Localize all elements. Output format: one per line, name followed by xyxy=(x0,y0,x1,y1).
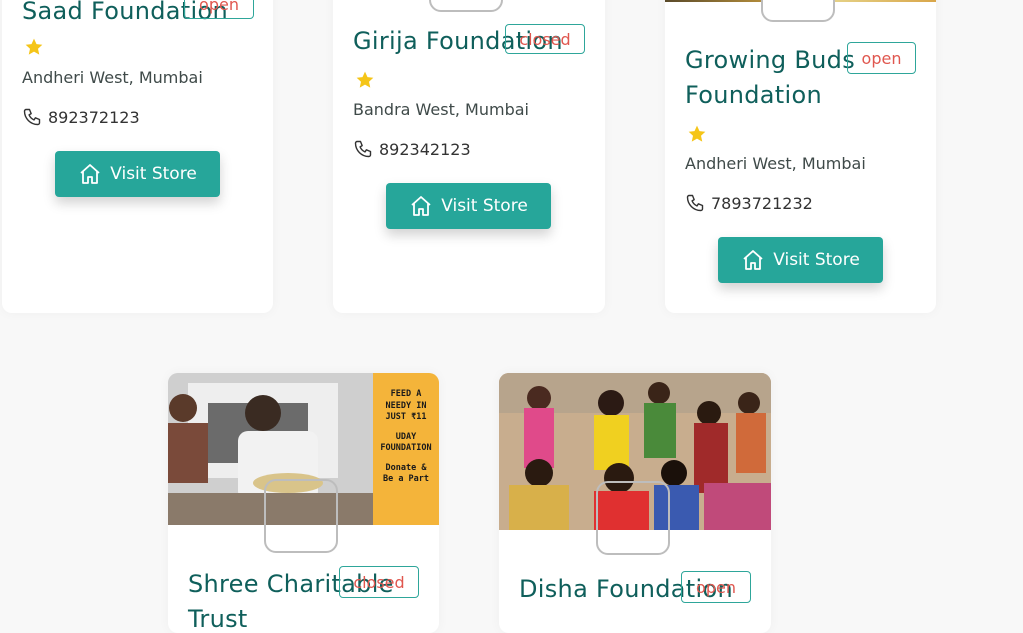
home-icon xyxy=(411,196,431,216)
visit-store-label: Visit Store xyxy=(441,196,528,216)
visit-store-label: Visit Store xyxy=(110,164,197,184)
status-badge: open xyxy=(184,0,254,19)
store-location: Andheri West, Mumbai xyxy=(685,154,866,173)
phone-number: 892342123 xyxy=(379,139,471,159)
visit-store-button[interactable]: Visit Store xyxy=(55,151,220,197)
poster-text: FEED A NEEDY IN JUST ₹11 UDAY FOUNDATION… xyxy=(380,389,432,484)
store-phone: 7893721232 xyxy=(685,193,813,213)
phone-number: 892372123 xyxy=(48,107,140,127)
store-phone: 892372123 xyxy=(22,107,140,127)
visit-store-button[interactable]: Visit Store xyxy=(718,237,883,283)
home-icon xyxy=(743,250,763,270)
home-icon xyxy=(80,164,100,184)
store-logo xyxy=(596,481,670,555)
phone-icon xyxy=(23,108,41,126)
star-icon xyxy=(356,71,374,88)
star-icon xyxy=(25,38,43,55)
phone-number: 7893721232 xyxy=(711,193,813,213)
store-location: Bandra West, Mumbai xyxy=(353,100,529,119)
star-icon xyxy=(688,125,706,142)
store-name: Growing Buds Foundation xyxy=(685,46,856,109)
store-card: Disha Foundation open xyxy=(499,373,771,633)
store-logo xyxy=(761,0,835,22)
phone-icon xyxy=(354,140,372,158)
status-badge: open xyxy=(681,571,751,603)
store-phone: 892342123 xyxy=(353,139,471,159)
phone-icon xyxy=(686,194,704,212)
visit-store-label: Visit Store xyxy=(773,250,860,270)
store-card: Girija Foundation closed Bandra West, Mu… xyxy=(333,0,605,313)
visit-store-button[interactable]: Visit Store xyxy=(386,183,551,229)
store-card: Growing Buds Foundation open Andheri Wes… xyxy=(665,0,936,313)
store-logo xyxy=(429,0,503,12)
status-badge: closed xyxy=(505,24,585,54)
store-card: Saad Foundation open Andheri West, Mumba… xyxy=(2,0,273,313)
store-location: Andheri West, Mumbai xyxy=(22,68,203,87)
status-badge: closed xyxy=(339,566,419,598)
store-logo xyxy=(264,479,338,553)
status-badge: open xyxy=(847,42,916,74)
store-card: FEED A NEEDY IN JUST ₹11 UDAY FOUNDATION… xyxy=(168,373,439,633)
